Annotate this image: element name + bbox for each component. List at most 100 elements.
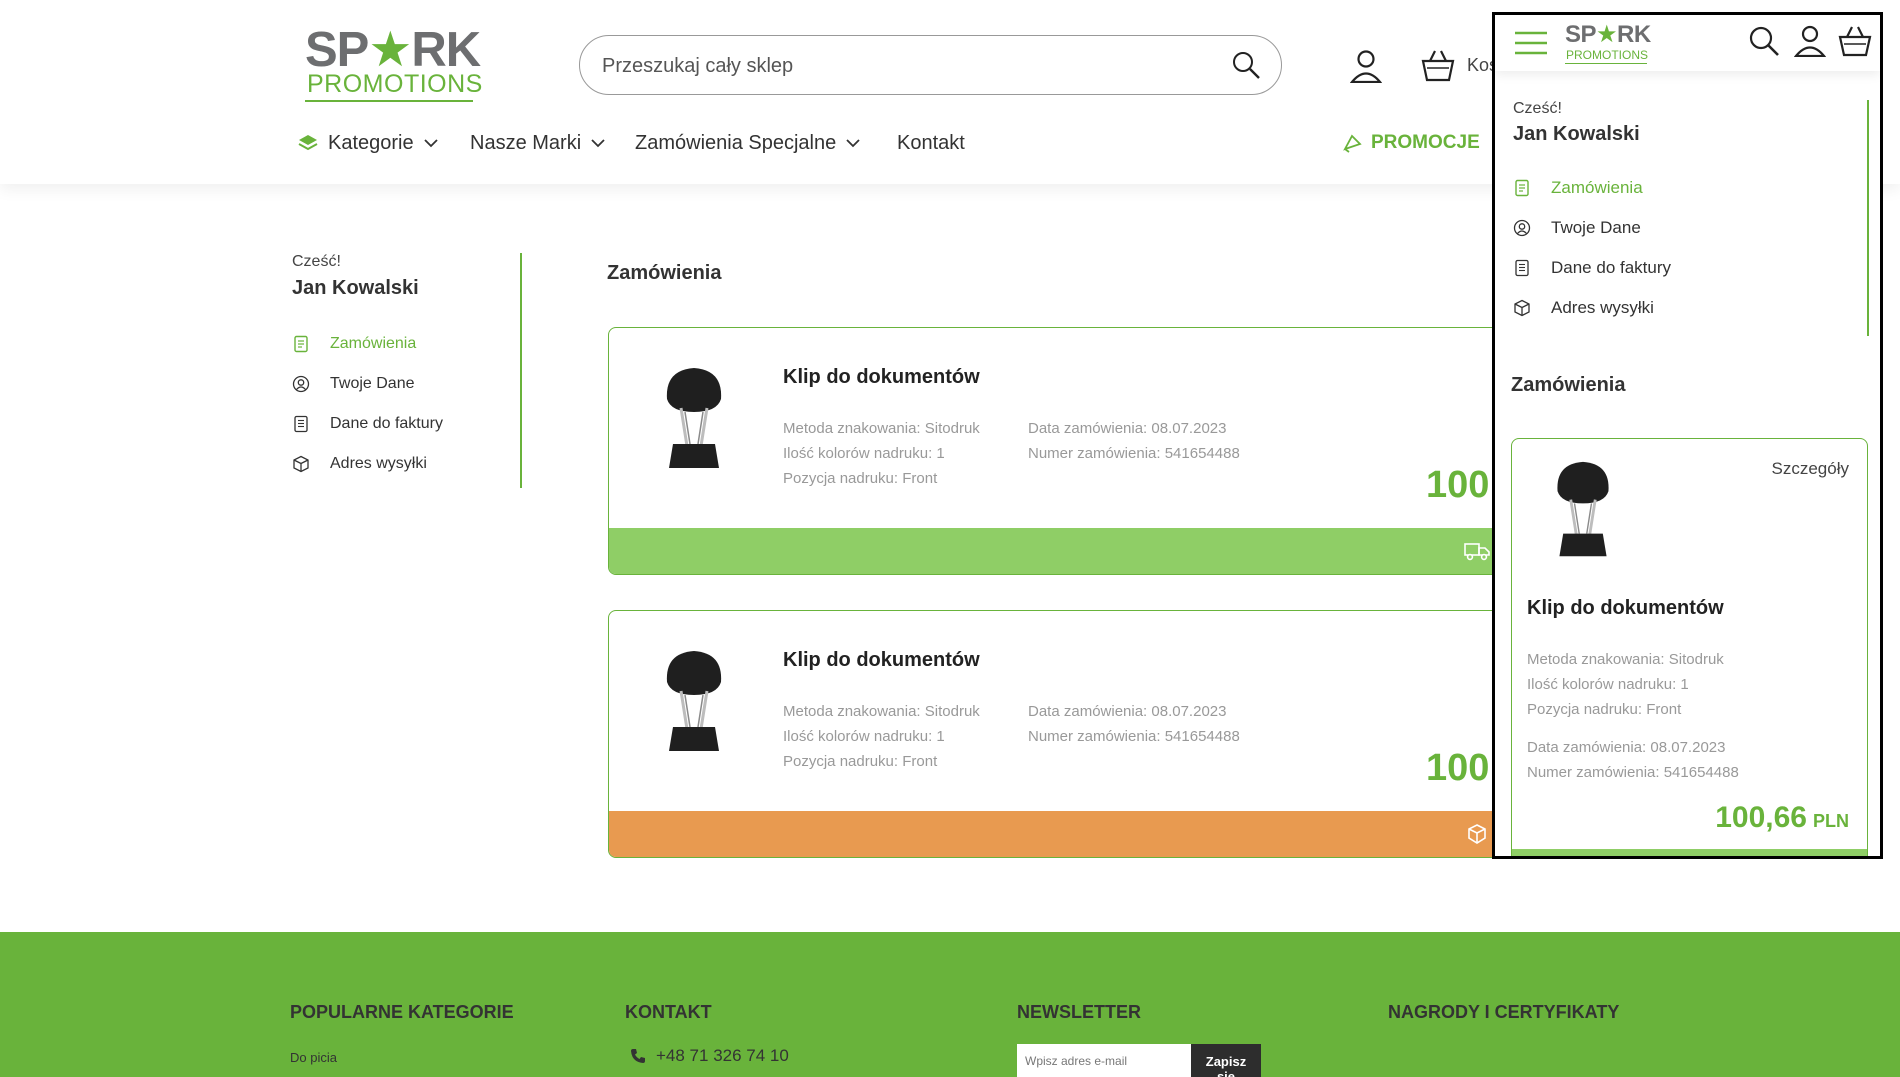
account-menu-orders[interactable]: Zamówienia bbox=[292, 324, 520, 364]
account-menu-orders[interactable]: Zamówienia bbox=[1513, 168, 1671, 208]
nav-zamowienia-label: Zamówienia Specjalne bbox=[635, 131, 837, 154]
user-circle-icon bbox=[1513, 219, 1531, 237]
megaphone-icon bbox=[1343, 134, 1362, 153]
nav-marki[interactable]: Nasze Marki bbox=[470, 130, 605, 156]
footer-phone[interactable]: +48 71 326 74 10 bbox=[630, 1046, 789, 1066]
account-menu: Zamówienia Twoje Dane Dane do faktury Ad… bbox=[292, 324, 520, 484]
orders-icon bbox=[1515, 179, 1529, 197]
page-title: Zamówienia bbox=[607, 262, 722, 284]
order-date: Data zamówienia: 08.07.2023 bbox=[1527, 739, 1726, 756]
order-print-details: Metoda znakowania: Sitodruk Ilość koloró… bbox=[1527, 647, 1724, 722]
newsletter-email-input[interactable]: Wpisz adres e-mail bbox=[1017, 1044, 1191, 1077]
price-currency: PLN bbox=[1813, 811, 1849, 831]
chevron-down-icon bbox=[591, 139, 605, 148]
account-menu-profile[interactable]: Twoje Dane bbox=[1513, 208, 1671, 248]
account-menu-profile[interactable]: Twoje Dane bbox=[292, 364, 520, 404]
product-image bbox=[666, 651, 722, 751]
user-circle-icon bbox=[292, 375, 310, 393]
order-price: 100,66 PLN bbox=[1715, 801, 1849, 835]
account-menu-label: Zamówienia bbox=[330, 335, 417, 352]
product-image bbox=[666, 368, 722, 468]
order-price: 100, bbox=[1426, 464, 1500, 506]
product-name[interactable]: Klip do dokumentów bbox=[783, 366, 980, 389]
footer-heading-contact: KONTAKT bbox=[625, 1002, 712, 1022]
footer-link-category[interactable]: Do picia bbox=[290, 1050, 337, 1065]
user-icon[interactable] bbox=[1350, 49, 1382, 83]
user-icon[interactable] bbox=[1794, 25, 1826, 57]
nav-zamowienia-specjalne[interactable]: Zamówienia Specjalne bbox=[635, 130, 860, 156]
logo-wordmark: SP★RK bbox=[1565, 21, 1651, 48]
package-icon bbox=[293, 455, 309, 473]
invoice-icon bbox=[1515, 259, 1529, 277]
logo-subtitle: PROMOTIONS bbox=[1566, 48, 1649, 62]
nav-kontakt-label: Kontakt bbox=[897, 131, 965, 154]
order-card[interactable]: Szczegóły Klip do dokumentów Metoda znak… bbox=[1511, 438, 1868, 856]
footer-heading-newsletter: NEWSLETTER bbox=[1017, 1002, 1141, 1022]
footer-heading-popular: POPULARNE KATEGORIE bbox=[290, 1002, 514, 1022]
account-menu-invoice[interactable]: Dane do faktury bbox=[1513, 248, 1671, 288]
brand-logo[interactable]: SP★RK PROMOTIONS bbox=[305, 16, 482, 106]
search-icon[interactable] bbox=[1231, 50, 1261, 80]
package-icon bbox=[1514, 299, 1530, 317]
print-method: Metoda znakowania: Sitodruk bbox=[783, 420, 980, 437]
order-number: Numer zamówienia: 541654488 bbox=[1028, 445, 1240, 462]
print-method: Metoda znakowania: Sitodruk bbox=[1527, 651, 1724, 668]
logo-wordmark: SP★RK bbox=[305, 23, 481, 77]
site-footer: POPULARNE KATEGORIE Do picia KONTAKT +48… bbox=[0, 932, 1900, 1077]
account-menu: Zamówienia Twoje Dane Dane do faktury Ad… bbox=[1513, 168, 1671, 328]
logo-subtitle: PROMOTIONS bbox=[307, 70, 483, 98]
order-print-details: Metoda znakowania: Sitodruk Ilość koloró… bbox=[783, 416, 980, 491]
order-card[interactable]: Klip do dokumentów Metoda znakowania: Si… bbox=[608, 327, 1508, 575]
account-menu-shipping[interactable]: Adres wysyłki bbox=[292, 444, 520, 484]
account-menu-shipping[interactable]: Adres wysyłki bbox=[1513, 288, 1671, 328]
account-menu-invoice[interactable]: Dane do faktury bbox=[292, 404, 520, 444]
account-sidebar: Cześć! Jan Kowalski Zamówienia Twoje Dan… bbox=[292, 253, 522, 488]
newsletter-subscribe-button[interactable]: Zapisz się bbox=[1191, 1044, 1261, 1077]
account-menu-label: Dane do faktury bbox=[330, 415, 443, 432]
order-details-link[interactable]: Szczegóły bbox=[1772, 459, 1849, 479]
hamburger-menu-icon[interactable] bbox=[1514, 30, 1548, 56]
order-date: Data zamówienia: 08.07.2023 bbox=[1028, 703, 1227, 720]
order-meta: Data zamówienia: 08.07.2023 Numer zamówi… bbox=[1028, 416, 1240, 466]
chevron-down-icon bbox=[423, 139, 438, 148]
nav-kontakt[interactable]: Kontakt bbox=[897, 130, 965, 156]
scrollbar[interactable] bbox=[1867, 100, 1869, 336]
cart-icon[interactable] bbox=[1838, 25, 1872, 57]
account-menu-label: Adres wysyłki bbox=[330, 455, 427, 472]
page-title: Zamówienia bbox=[1511, 374, 1626, 396]
mobile-preview: SP★RK PROMOTIONS Cześć! Jan Kowalski Zam… bbox=[1492, 12, 1883, 859]
order-card[interactable]: Klip do dokumentów Metoda znakowania: Si… bbox=[608, 610, 1508, 858]
product-name[interactable]: Klip do dokumentów bbox=[783, 649, 980, 672]
order-price: 100, bbox=[1426, 747, 1500, 789]
orders-icon bbox=[294, 335, 308, 353]
print-position: Pozycja nadruku: Front bbox=[783, 470, 938, 487]
order-number: Numer zamówienia: 541654488 bbox=[1527, 764, 1739, 781]
search-input[interactable]: Przeszukaj cały sklep bbox=[579, 35, 1282, 95]
logo-underline bbox=[1565, 63, 1647, 64]
account-menu-label: Zamówienia bbox=[1551, 178, 1643, 197]
layers-icon bbox=[298, 135, 318, 151]
account-menu-label: Dane do faktury bbox=[1551, 258, 1672, 277]
order-meta: Data zamówienia: 08.07.2023 Numer zamówi… bbox=[1527, 735, 1739, 785]
cart-icon[interactable] bbox=[1421, 48, 1455, 82]
order-status-bar bbox=[1512, 849, 1867, 856]
truck-icon bbox=[1464, 543, 1490, 561]
brand-logo[interactable]: SP★RK PROMOTIONS bbox=[1565, 19, 1651, 65]
account-menu-label: Twoje Dane bbox=[1551, 218, 1641, 237]
product-name[interactable]: Klip do dokumentów bbox=[1527, 597, 1724, 620]
greeting: Cześć! bbox=[1513, 100, 1562, 117]
mobile-header: SP★RK PROMOTIONS bbox=[1495, 15, 1880, 71]
order-print-details: Metoda znakowania: Sitodruk Ilość koloró… bbox=[783, 699, 980, 774]
search-icon[interactable] bbox=[1748, 25, 1780, 57]
mobile-account-menu: Cześć! Jan Kowalski Zamówienia Twoje Dan… bbox=[1513, 100, 1671, 328]
order-meta: Data zamówienia: 08.07.2023 Numer zamówi… bbox=[1028, 699, 1240, 749]
nav-marki-label: Nasze Marki bbox=[470, 131, 582, 154]
nav-promocje-label: PROMOCJE bbox=[1371, 132, 1480, 153]
order-status-bar bbox=[609, 528, 1507, 574]
user-name: Jan Kowalski bbox=[292, 277, 419, 299]
order-status-bar bbox=[609, 811, 1507, 857]
print-method: Metoda znakowania: Sitodruk bbox=[783, 703, 980, 720]
nav-kategorie[interactable]: Kategorie bbox=[298, 130, 438, 156]
print-position: Pozycja nadruku: Front bbox=[1527, 701, 1682, 718]
nav-promocje[interactable]: PROMOCJE bbox=[1343, 130, 1480, 156]
